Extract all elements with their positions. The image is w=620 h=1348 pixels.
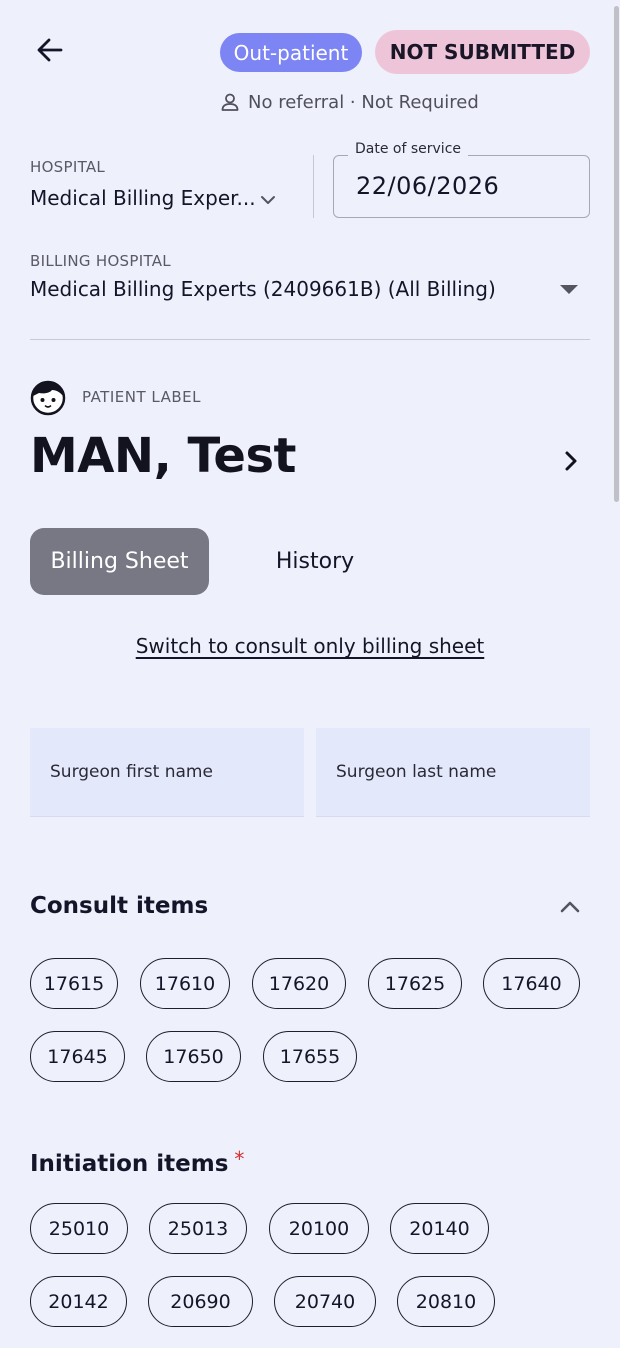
patient-name[interactable]: MAN, Test: [30, 428, 296, 484]
back-button[interactable]: [30, 30, 70, 70]
patient-label: PATIENT LABEL: [82, 388, 201, 406]
initiation-item-chip[interactable]: 20142: [30, 1276, 127, 1327]
date-of-service-value[interactable]: 22/06/2026: [356, 172, 499, 200]
consult-item-chip[interactable]: 17620: [252, 958, 346, 1009]
date-of-service-label: Date of service: [348, 141, 469, 157]
surgeon-last-name-input[interactable]: [316, 728, 590, 816]
initiation-item-chip[interactable]: 20810: [397, 1276, 495, 1327]
hospital-label: HOSPITAL: [30, 158, 106, 176]
consult-item-chip[interactable]: 17650: [146, 1031, 241, 1082]
tab-billing-sheet[interactable]: Billing Sheet: [30, 528, 209, 595]
section-divider: [30, 339, 590, 340]
tab-history[interactable]: History: [245, 528, 385, 595]
chevron-down-icon[interactable]: [258, 190, 278, 210]
switch-consult-only-link[interactable]: Switch to consult only billing sheet: [0, 634, 620, 658]
initiation-item-chip[interactable]: 25010: [30, 1203, 128, 1254]
initiation-item-chip[interactable]: 20140: [390, 1203, 489, 1254]
child-face-icon: [30, 380, 66, 416]
person-icon: [221, 93, 239, 111]
initiation-item-chip[interactable]: 20740: [274, 1276, 376, 1327]
initiation-item-chip[interactable]: 20690: [148, 1276, 253, 1327]
arrow-left-icon: [37, 38, 63, 62]
billing-hospital-select[interactable]: Medical Billing Experts (2409661B) (All …: [30, 277, 496, 301]
consult-item-chip[interactable]: 17610: [140, 958, 230, 1009]
consult-items-title: Consult items: [30, 893, 209, 919]
consult-item-chip[interactable]: 17625: [368, 958, 462, 1009]
hospital-select[interactable]: Medical Billing Exper...: [30, 186, 280, 210]
referral-text: No referral · Not Required: [248, 91, 479, 113]
consult-item-chip[interactable]: 17655: [263, 1031, 357, 1082]
chevron-up-icon[interactable]: [556, 894, 584, 920]
surgeon-first-name-input[interactable]: [30, 728, 304, 816]
visit-type-badge: Out-patient: [220, 33, 362, 72]
referral-info: No referral · Not Required: [220, 89, 479, 115]
surgeon-last-name-field: [316, 728, 590, 817]
initiation-item-chip[interactable]: 20100: [269, 1203, 369, 1254]
consult-item-chip[interactable]: 17615: [30, 958, 118, 1009]
consult-item-chip[interactable]: 17645: [30, 1031, 125, 1082]
initiation-item-chip[interactable]: 25013: [149, 1203, 247, 1254]
required-marker: *: [234, 1147, 245, 1171]
initiation-items-label: Initiation items: [30, 1151, 229, 1177]
scrollbar-thumb[interactable]: [614, 6, 619, 502]
initiation-items-title: Initiation items *: [30, 1147, 244, 1177]
chevron-right-icon[interactable]: [558, 446, 584, 476]
vertical-divider: [313, 155, 314, 218]
status-badge: NOT SUBMITTED: [375, 30, 590, 74]
consult-item-chip[interactable]: 17640: [483, 958, 580, 1009]
surgeon-first-name-field: [30, 728, 304, 817]
billing-hospital-label: BILLING HOSPITAL: [30, 252, 171, 270]
caret-down-icon[interactable]: [560, 285, 578, 294]
